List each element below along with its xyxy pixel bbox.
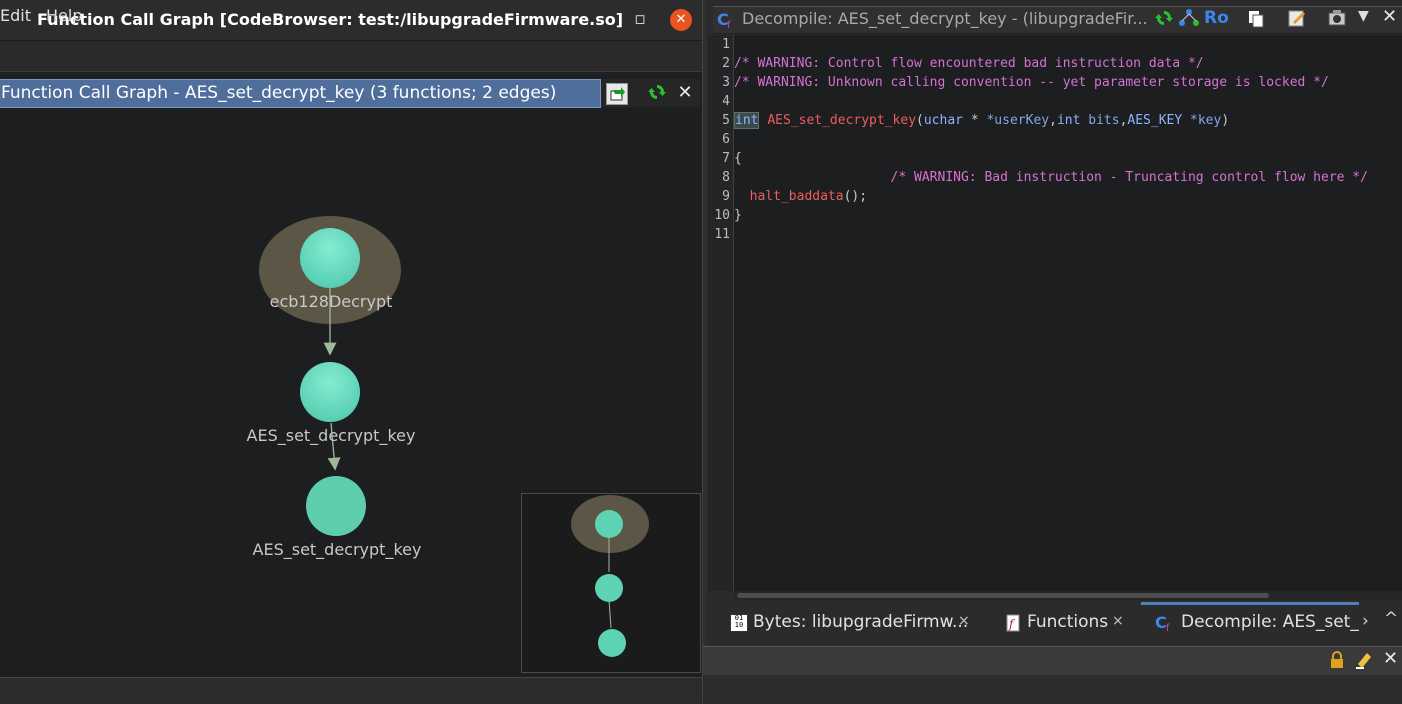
line-number: 7 (722, 151, 730, 166)
param-name[interactable]: *key (1182, 113, 1221, 128)
tab-functions[interactable]: Functions (1027, 612, 1108, 632)
tab-decompile[interactable]: Decompile: AES_set_d (1181, 612, 1359, 632)
decompiler-title: Decompile: AES_set_decrypt_key - (libupg… (742, 9, 1148, 28)
tab-bytes[interactable]: Bytes: libupgradeFirmw... (753, 612, 968, 632)
export-graph-icon[interactable] (606, 83, 628, 105)
tab-functions-close-icon[interactable]: × (1112, 613, 1124, 629)
graph-control-flow-icon[interactable] (1178, 8, 1200, 32)
graph-node[interactable] (306, 476, 366, 536)
call-name-token[interactable]: halt_baddata (734, 189, 844, 204)
functions-icon: f (1003, 612, 1023, 638)
decompiled-code[interactable]: /* WARNING: Control flow encountered bad… (734, 35, 1402, 244)
call-args-token: (); (843, 189, 868, 204)
close-icon[interactable]: ✕ (674, 82, 696, 104)
graph-panel-title: Function Call Graph - AES_set_decrypt_ke… (1, 83, 557, 103)
svg-text:f: f (1166, 623, 1170, 634)
line-number: 10 (714, 208, 730, 223)
close-console-icon[interactable]: ✕ (1383, 648, 1398, 669)
line-number: 9 (722, 189, 730, 204)
scrollbar-thumb[interactable] (737, 593, 1269, 598)
code-line-7: { (734, 151, 742, 166)
line-number: 1 (722, 37, 730, 52)
param-name[interactable]: bits (1080, 113, 1119, 128)
copy-icon[interactable] (1246, 9, 1266, 33)
line-number: 11 (714, 227, 730, 242)
chevron-right-icon[interactable]: › (1362, 611, 1369, 631)
active-tab-indicator (1141, 602, 1359, 605)
status-row (703, 646, 1402, 675)
satellite-view[interactable] (521, 493, 701, 673)
code-line-2: /* WARNING: Control flow encountered bad… (734, 56, 1204, 71)
svg-text:C: C (1155, 613, 1167, 632)
window-title: Function Call Graph [CodeBrowser: test:/… (37, 10, 624, 29)
paren-token: ) (1221, 113, 1230, 128)
edit-icon[interactable] (1287, 8, 1307, 32)
read-only-toggle[interactable]: Ro (1204, 8, 1229, 28)
menu-help[interactable]: Help (46, 6, 82, 25)
snapshot-icon[interactable] (1326, 8, 1348, 32)
tab-bytes-close-icon[interactable]: × (958, 613, 970, 629)
eraser-icon[interactable] (1354, 650, 1374, 674)
view-menu-chevron-down-icon[interactable]: ▼ (1358, 8, 1369, 24)
left-footer-bar (0, 677, 702, 704)
code-line-8: /* WARNING: Bad instruction - Truncating… (734, 170, 1368, 185)
code-line-3: /* WARNING: Unknown calling convention -… (734, 75, 1329, 90)
function-name-token[interactable]: AES_set_decrypt_key (767, 113, 916, 128)
chevron-up-icon[interactable]: ^ (1384, 609, 1398, 629)
decompile-tab-icon: Cf (1155, 612, 1177, 638)
type-token[interactable]: uchar (924, 113, 963, 128)
code-line-9: halt_baddata(); (734, 187, 1402, 206)
graph-node[interactable] (300, 228, 360, 288)
paren-token: ( (916, 113, 924, 128)
line-number: 5 (722, 113, 730, 128)
bottom-status-bar (703, 675, 1402, 703)
svg-text:f: f (727, 20, 731, 29)
maximize-button[interactable]: ◻ (628, 8, 652, 32)
param-name: *userKey (978, 113, 1050, 128)
line-number: 3 (722, 75, 730, 90)
node-label: AES_set_decrypt_key (247, 426, 416, 446)
line-number: 4 (722, 94, 730, 109)
node-label: ecb128Decrypt (270, 292, 393, 311)
code-line-5: int AES_set_decrypt_key(uchar * *userKey… (734, 111, 1402, 130)
param-pointer: * (963, 113, 979, 128)
type-token[interactable]: int (1057, 113, 1080, 128)
line-number: 2 (722, 56, 730, 71)
line-number: 6 (722, 132, 730, 147)
line-number: 8 (722, 170, 730, 185)
minimize-button[interactable]: – (588, 8, 612, 32)
node-label: AES_set_decrypt_key (253, 540, 422, 560)
graph-node[interactable] (300, 362, 360, 422)
refresh-decompiler-icon[interactable] (1154, 8, 1174, 32)
lock-icon[interactable] (1328, 651, 1346, 673)
return-type-token[interactable]: int (734, 112, 760, 129)
param-token[interactable]: * *userKey (963, 113, 1049, 128)
refresh-icon[interactable] (646, 82, 668, 104)
close-decompiler-icon[interactable]: ✕ (1382, 6, 1397, 27)
bytes-icon: 01 10 (730, 614, 748, 632)
type-token[interactable]: AES_KEY (1127, 113, 1182, 128)
comma-token: , (1049, 113, 1057, 128)
decompiler-c-icon: Cf (717, 9, 737, 31)
menu-edit[interactable]: Edit (0, 6, 31, 25)
close-window-button[interactable]: ✕ (670, 9, 692, 31)
line-number-gutter: 1 2 3 4 5 6 7 8 9 10 11 (708, 35, 734, 591)
menu-bar (0, 41, 702, 72)
code-line-10: } (734, 208, 742, 223)
